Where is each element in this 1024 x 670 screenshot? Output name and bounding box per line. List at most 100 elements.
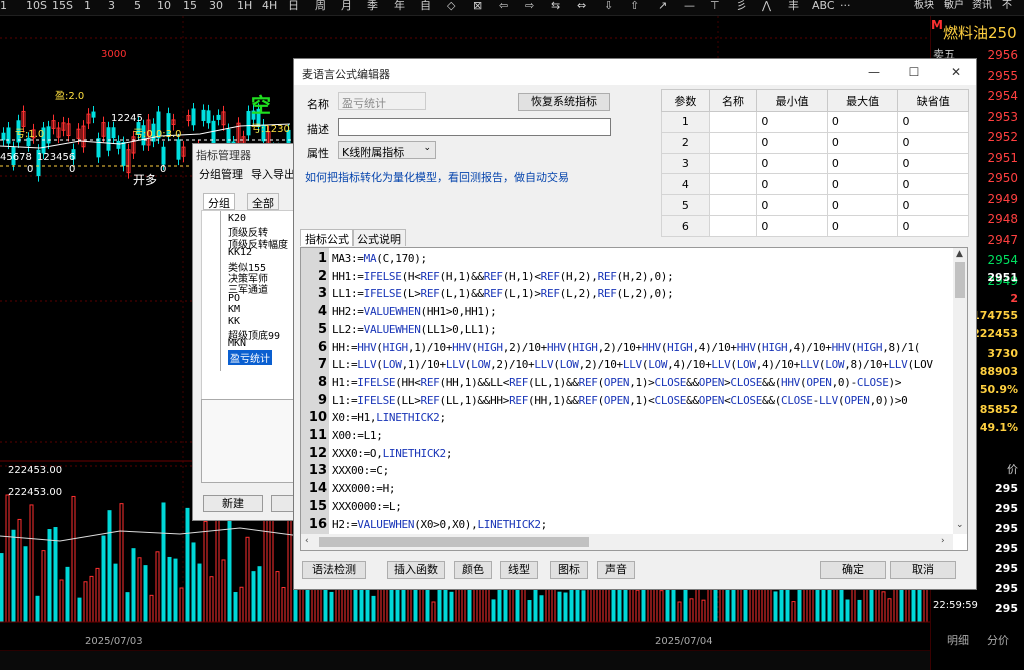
- attribute-select[interactable]: K线附属指标 ⌄: [338, 141, 436, 159]
- sound-button[interactable]: 声音: [597, 561, 635, 579]
- new-indicator-button[interactable]: 新建: [203, 495, 263, 512]
- code-line[interactable]: MA3:=MA(C,170);: [332, 250, 427, 268]
- toolbar-item[interactable]: ↗: [658, 0, 667, 14]
- horizontal-scrollbar[interactable]: ‹ ›: [301, 534, 953, 550]
- tab-detail[interactable]: 明细: [947, 632, 969, 648]
- tab-price-split[interactable]: 分价: [987, 632, 1009, 648]
- toolbar-item[interactable]: 15S: [52, 0, 73, 14]
- toolbar-item[interactable]: 月: [341, 0, 352, 14]
- description-field[interactable]: [338, 118, 611, 136]
- code-line[interactable]: HH:=HHV(HIGH,1)/10+HHV(HIGH,2)/10+HHV(HI…: [332, 339, 920, 357]
- param-cell-max[interactable]: 0: [826, 215, 899, 237]
- tree-item[interactable]: KK: [228, 316, 240, 327]
- param-cell-min[interactable]: 0: [756, 194, 828, 217]
- toolbar-item[interactable]: ⇦: [499, 0, 508, 14]
- param-cell-def[interactable]: 0: [897, 131, 969, 154]
- dialog-titlebar[interactable]: 麦语言公式编辑器 — ☐ ✕: [294, 59, 976, 85]
- tab-formula-description[interactable]: 公式说明: [352, 229, 406, 246]
- toolbar-item[interactable]: 30: [209, 0, 223, 14]
- toolbar-item[interactable]: 年: [394, 0, 405, 14]
- toolbar-item[interactable]: 10: [157, 0, 171, 14]
- toolbar-item[interactable]: —: [684, 0, 695, 14]
- toolbar-item[interactable]: ABC: [812, 0, 835, 14]
- toolbar-item[interactable]: ⇆: [551, 0, 560, 14]
- param-cell-name[interactable]: [708, 152, 758, 175]
- code-editor[interactable]: 1 2 3 4 5 6 7 8 9 10 11 12 13 14 15 16 MA3:=MA(C,170); H…: [300, 247, 968, 551]
- name-field[interactable]: 盈亏统计: [338, 92, 426, 110]
- param-cell-min[interactable]: 0: [756, 152, 828, 175]
- vertical-scroll-thumb[interactable]: [955, 262, 965, 298]
- code-line[interactable]: XXX0:=O,LINETHICK2;: [332, 445, 452, 463]
- toolbar-menu-item[interactable]: 敏户: [944, 0, 964, 12]
- scroll-right-icon[interactable]: ›: [941, 536, 945, 546]
- toolbar-item[interactable]: ⋀: [762, 0, 771, 14]
- scroll-left-icon[interactable]: ‹: [305, 536, 309, 546]
- toolbar-item[interactable]: 彡: [736, 0, 747, 14]
- syntax-check-button[interactable]: 语法检测: [302, 561, 366, 579]
- param-cell-name[interactable]: [708, 173, 758, 196]
- param-cell-def[interactable]: 0: [897, 173, 969, 196]
- tab-formula[interactable]: 指标公式: [300, 229, 354, 246]
- menu-import-export[interactable]: 导入导出: [251, 166, 295, 182]
- tab-all[interactable]: 全部: [247, 193, 279, 210]
- toolbar-item[interactable]: ⊠: [473, 0, 482, 14]
- insert-function-button[interactable]: 插入函数: [387, 561, 445, 579]
- param-cell-max[interactable]: 0: [826, 194, 899, 217]
- toolbar-item[interactable]: 周: [315, 0, 326, 14]
- param-cell-min[interactable]: 0: [756, 131, 828, 154]
- toolbar-item[interactable]: 1H: [237, 0, 252, 14]
- param-cell-min[interactable]: 0: [756, 215, 828, 237]
- toolbar-menu-item[interactable]: 资讯: [972, 0, 992, 12]
- tree-item[interactable]: K20: [228, 213, 246, 224]
- toolbar-menu-item[interactable]: 不: [1002, 0, 1012, 12]
- param-cell-def[interactable]: 0: [897, 194, 969, 217]
- param-cell-min[interactable]: 0: [756, 173, 828, 196]
- code-line[interactable]: X00:=L1;: [332, 427, 383, 445]
- toolbar-menu-item[interactable]: 板块: [914, 0, 934, 12]
- toolbar-item[interactable]: ⊤: [710, 0, 720, 14]
- code-line[interactable]: HH1:=IFELSE(H<REF(H,1)&&REF(H,1)<REF(H,2…: [332, 268, 674, 286]
- code-line[interactable]: LL:=LLV(LOW,1)/10+LLV(LOW,2)/10+LLV(LOW,…: [332, 356, 933, 374]
- toolbar-item[interactable]: 1: [84, 0, 91, 14]
- param-cell-name[interactable]: [708, 131, 758, 154]
- quant-model-help-link[interactable]: 如何把指标转化为量化模型，看回测报告，做自动交易: [305, 169, 569, 185]
- code-line[interactable]: XXX000:=H;: [332, 480, 396, 498]
- icon-button[interactable]: 图标: [550, 561, 588, 579]
- param-cell-name[interactable]: [708, 111, 758, 133]
- param-cell-min[interactable]: 0: [756, 111, 828, 133]
- toolbar-item[interactable]: ⇧: [630, 0, 639, 14]
- code-line[interactable]: X0:=H1,LINETHICK2;: [332, 409, 446, 427]
- menu-group-manage[interactable]: 分组管理: [199, 166, 243, 182]
- param-cell-def[interactable]: 0: [897, 111, 969, 133]
- maximize-icon[interactable]: ☐: [900, 63, 928, 81]
- color-button[interactable]: 颜色: [454, 561, 492, 579]
- toolbar-item[interactable]: 1: [0, 0, 7, 14]
- toolbar-item[interactable]: 丰: [788, 0, 799, 14]
- toolbar-item[interactable]: 日: [288, 0, 299, 14]
- tree-item[interactable]: 盈亏统计: [228, 349, 272, 365]
- param-cell-def[interactable]: 0: [897, 152, 969, 175]
- param-cell-max[interactable]: 0: [826, 173, 899, 196]
- toolbar-item[interactable]: ⇨: [525, 0, 534, 14]
- close-icon[interactable]: ✕: [942, 63, 970, 81]
- vertical-scrollbar[interactable]: ▲ ⌄: [953, 248, 967, 534]
- toolbar-item[interactable]: 季: [367, 0, 378, 14]
- minimize-icon[interactable]: —: [860, 63, 888, 81]
- param-cell-max[interactable]: 0: [826, 152, 899, 175]
- code-line[interactable]: XXX00:=C;: [332, 462, 389, 480]
- code-line[interactable]: LL2:=VALUEWHEN(LL1>0,LL1);: [332, 321, 497, 339]
- code-line[interactable]: HH2:=VALUEWHEN(HH1>0,HH1);: [332, 303, 497, 321]
- toolbar-item[interactable]: ···: [840, 0, 851, 14]
- param-cell-name[interactable]: [708, 194, 758, 217]
- toolbar-item[interactable]: ⇔: [577, 0, 586, 14]
- code-line[interactable]: H2:=VALUEWHEN(X0>0,X0),LINETHICK2;: [332, 516, 547, 534]
- line-style-button[interactable]: 线型: [500, 561, 538, 579]
- toolbar-item[interactable]: 15: [183, 0, 197, 14]
- toolbar-item[interactable]: 5: [134, 0, 141, 14]
- tree-item[interactable]: MKN: [228, 338, 246, 349]
- param-cell-name[interactable]: [708, 215, 758, 237]
- param-cell-max[interactable]: 0: [826, 111, 899, 133]
- tree-item[interactable]: PO: [228, 293, 240, 304]
- param-cell-max[interactable]: 0: [826, 131, 899, 154]
- scroll-down-icon[interactable]: ⌄: [956, 520, 964, 530]
